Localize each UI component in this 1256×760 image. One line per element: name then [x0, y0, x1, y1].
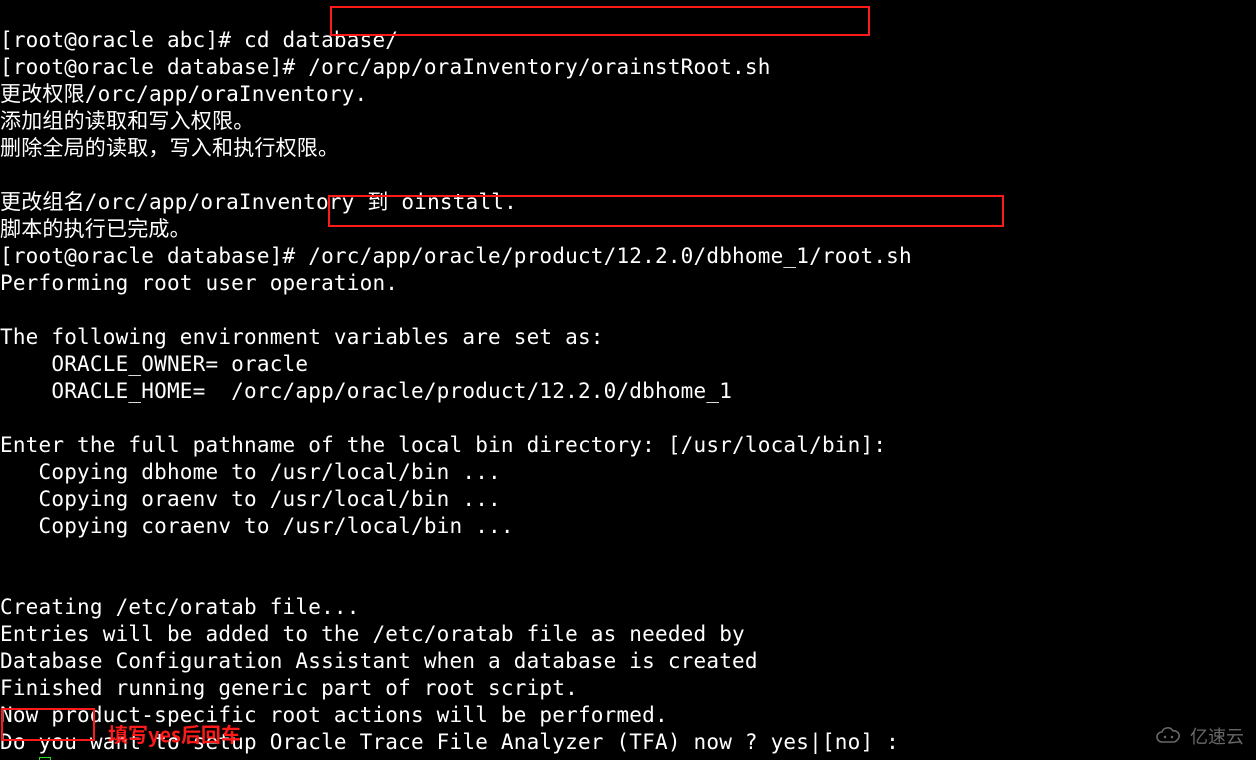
term-line: ORACLE_HOME= /orc/app/oracle/product/12.… — [0, 379, 732, 403]
term-prompt: [root@oracle database]# — [0, 55, 308, 79]
term-line: Entries will be added to the /etc/oratab… — [0, 622, 745, 646]
term-line: Copying coraenv to /usr/local/bin ... — [0, 514, 514, 538]
term-line: Finished running generic part of root sc… — [0, 676, 578, 700]
term-prompt: [root@oracle database]# — [0, 244, 308, 268]
term-line: 脚本的执行已完成。 — [0, 217, 191, 241]
term-line: ORACLE_OWNER= oracle — [0, 352, 308, 376]
term-line: Now product-specific root actions will b… — [0, 703, 668, 727]
term-line: Performing root user operation. — [0, 271, 398, 295]
term-line: [root@oracle abc]# cd database/ — [0, 28, 398, 52]
term-line: The following environment variables are … — [0, 325, 604, 349]
cmd-rootsh: /orc/app/oracle/product/12.2.0/dbhome_1/… — [308, 244, 912, 268]
term-line: Database Configuration Assistant when a … — [0, 649, 758, 673]
term-line: 更改组名/orc/app/oraInventory 到 oinstall. — [0, 190, 517, 214]
term-line: 添加组的读取和写入权限。 — [0, 109, 254, 133]
term-line: Creating /etc/oratab file... — [0, 595, 360, 619]
term-line: 删除全局的读取，写入和执行权限。 — [0, 136, 339, 160]
cmd-orainstroot: /orc/app/oraInventory/orainstRoot.sh — [308, 55, 770, 79]
term-line: Copying oraenv to /usr/local/bin ... — [0, 487, 501, 511]
term-line: Enter the full pathname of the local bin… — [0, 433, 886, 457]
annotation-label: 填写yes后回车 — [108, 720, 241, 747]
term-line: Copying dbhome to /usr/local/bin ... — [0, 460, 501, 484]
term-line: 更改权限/orc/app/oraInventory. — [0, 82, 367, 106]
terminal[interactable]: [root@oracle abc]# cd database/ [root@or… — [0, 0, 1256, 760]
